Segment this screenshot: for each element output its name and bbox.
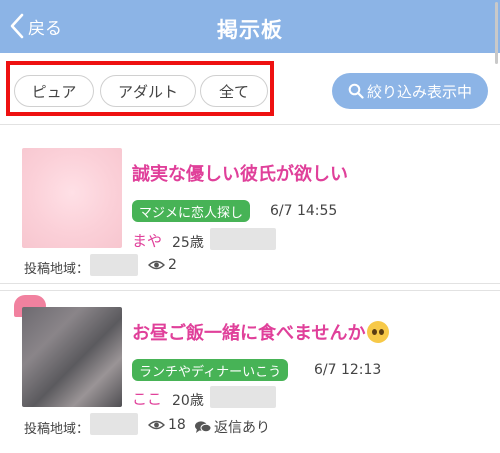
filter-search-button[interactable]: 絞り込み表示中 [332,73,488,109]
redacted-info [210,228,276,250]
pleading-face-icon [367,321,390,343]
app-header: 戻る 掲示板 [0,0,500,53]
post-views-count: 18 [168,417,186,433]
search-button-label: 絞り込み表示中 [366,82,472,101]
search-icon [348,83,364,99]
redacted-region [90,254,138,276]
post-category-badge: マジメに恋人探し [132,200,251,222]
post-author-name[interactable]: まや [132,230,162,251]
redacted-region [90,413,138,435]
filter-all-button[interactable]: 全て [200,75,268,107]
filter-pure-button[interactable]: ピュア [14,75,94,107]
post-date: 6/7 14:55 [270,203,338,219]
post-thumbnail[interactable] [22,148,122,248]
post-author-age: 20歳 [172,393,204,409]
post-thumbnail[interactable] [22,307,122,407]
post-views: 18 [148,417,186,433]
post-title-text: お昼ご飯一緒に食べませんか [132,323,366,344]
post-item[interactable]: 誠実な優しい彼氏が欲しい マジメに恋人探し 6/7 14:55 まや 25歳 投… [0,126,500,284]
post-title[interactable]: 誠実な優しい彼氏が欲しい [132,160,348,186]
post-item[interactable]: お昼ご飯一緒に食べませんか ランチやディナーいこう 6/7 12:13 ここ 2… [0,290,500,453]
eye-icon [148,260,165,270]
post-region-label: 投稿地域： [24,262,90,277]
scrollbar[interactable] [495,2,498,64]
filter-bar: ピュア アダルト 全て 絞り込み表示中 [0,53,500,125]
redacted-info [210,386,276,408]
filter-adult-button[interactable]: アダルト [100,75,196,107]
post-views: 2 [148,257,177,273]
post-date: 6/7 12:13 [314,362,382,378]
post-category-badge: ランチやディナーいこう [132,359,289,381]
post-views-count: 2 [168,257,177,273]
post-author-name[interactable]: ここ [132,388,162,409]
post-region-label: 投稿地域： [24,422,90,437]
post-author-age: 25歳 [172,235,204,251]
page-title: 掲示板 [217,18,283,42]
post-reply-status: 返信あり [194,417,270,437]
eye-icon [148,420,165,430]
chat-bubbles-icon [195,421,212,433]
post-title[interactable]: お昼ご飯一緒に食べませんか [132,319,390,345]
post-reply-label: 返信あり [214,420,270,436]
